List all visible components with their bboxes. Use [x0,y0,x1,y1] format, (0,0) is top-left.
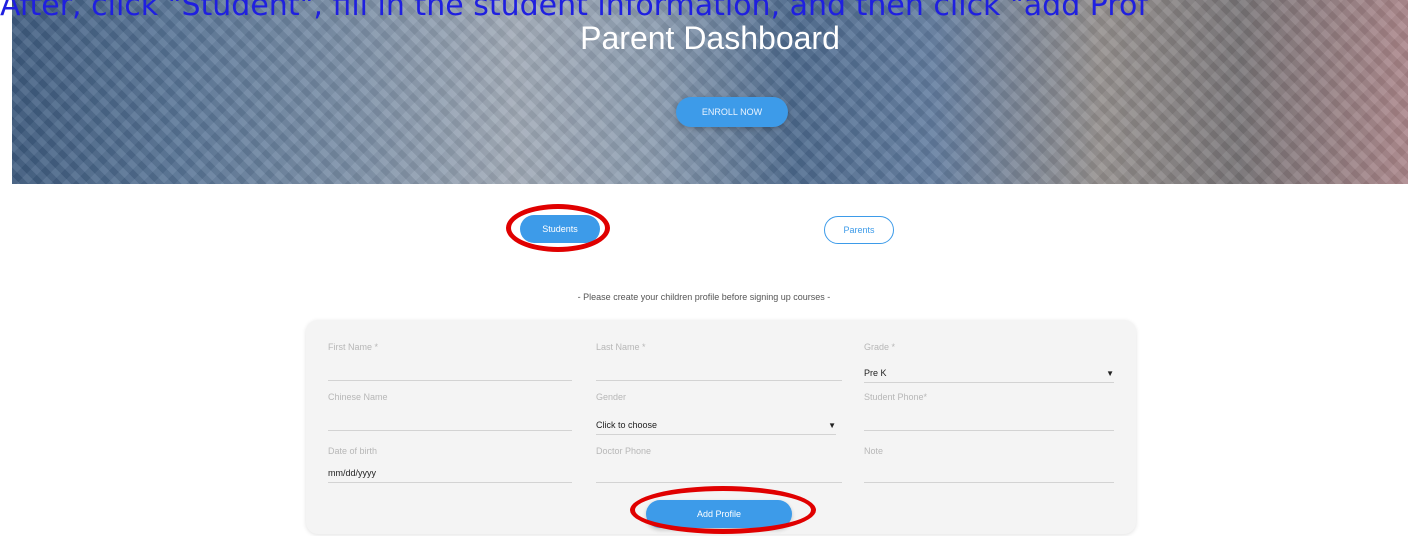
note-label: Note [864,446,884,456]
chinese-name-field[interactable]: Chinese Name [328,392,572,431]
chinese-name-label: Chinese Name [328,392,388,402]
last-name-label: Last Name * [596,342,646,352]
caret-down-icon: ▼ [1106,369,1114,378]
student-phone-label: Student Phone* [864,392,928,402]
gender-select[interactable]: Gender Click to choose ▼ [596,392,836,435]
note-field[interactable]: Note [864,446,1114,483]
grade-value: Pre K [864,368,887,378]
tab-parents[interactable]: Parents [824,216,894,244]
date-of-birth-label: Date of birth [328,446,378,456]
date-of-birth-field[interactable]: Date of birth mm/dd/yyyy [328,446,572,483]
student-phone-field[interactable]: Student Phone* [864,392,1114,431]
date-of-birth-value: mm/dd/yyyy [328,468,377,478]
profile-notice: - Please create your children profile be… [577,292,831,302]
gender-label: Gender [596,392,627,402]
add-profile-annotation-circle [630,486,816,534]
first-name-label: First Name * [328,342,379,352]
first-name-field[interactable]: First Name * [328,342,572,381]
last-name-field[interactable]: Last Name * [596,342,842,381]
doctor-phone-field[interactable]: Doctor Phone [596,446,842,483]
students-annotation-circle [506,204,610,252]
grade-label: Grade * [864,342,896,352]
doctor-phone-label: Doctor Phone [596,446,652,456]
enroll-now-button[interactable]: ENROLL NOW [676,97,788,127]
hero-banner: Parent Dashboard ENROLL NOW [12,0,1408,184]
caret-down-icon: ▼ [828,421,836,430]
instruction-text: After, click "Student", fill in the stud… [0,0,1148,23]
gender-value: Click to choose [596,420,658,430]
grade-select[interactable]: Grade * Pre K ▼ [864,342,1114,383]
